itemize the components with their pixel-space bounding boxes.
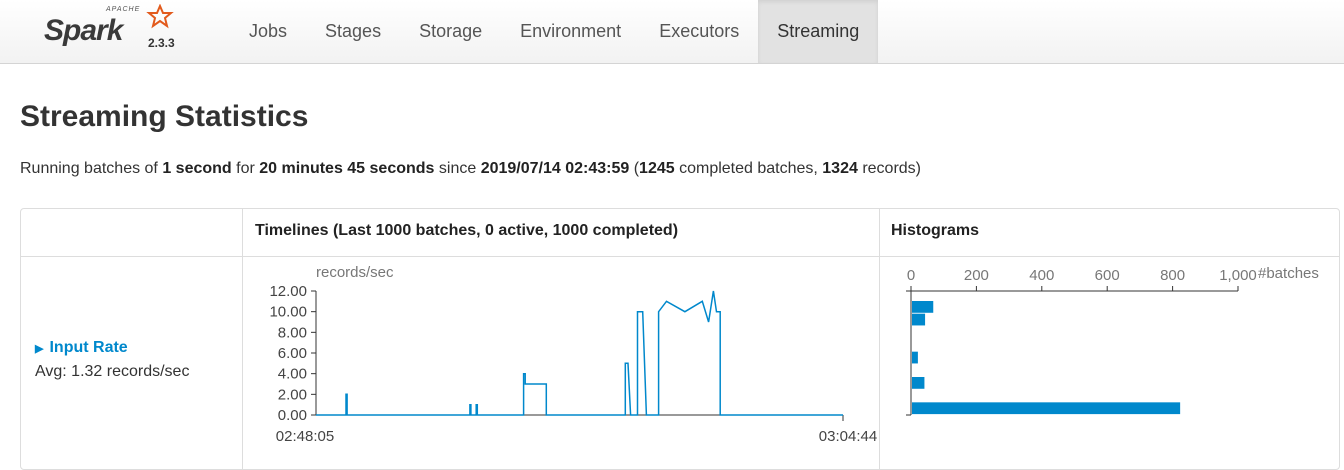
stats-table: Timelines (Last 1000 batches, 0 active, … (20, 208, 1340, 470)
main-nav: Jobs Stages Storage Environment Executor… (230, 0, 879, 63)
page-title: Streaming Statistics (20, 100, 309, 133)
tab-storage[interactable]: Storage (400, 0, 501, 63)
completed-batches-count: 1245 (639, 160, 675, 177)
tab-executors[interactable]: Executors (640, 0, 758, 63)
streaming-summary: Running batches of 1 second for 20 minut… (20, 160, 921, 177)
spark-star-icon (146, 4, 174, 29)
histogram-xtick-label: 400 (1029, 267, 1054, 284)
input-rate-toggle[interactable]: ▶ Input Rate (35, 339, 189, 357)
histogram-bar (912, 313, 926, 326)
tab-jobs[interactable]: Jobs (230, 0, 306, 63)
input-rate-avg: Avg: 1.32 records/sec (35, 363, 190, 380)
timeline-ytick-label: 12.00 (269, 283, 307, 300)
timeline-ytick-label: 6.00 (278, 345, 307, 362)
timeline-xtick-label: 03:04:44 (819, 428, 877, 445)
timeline-ylabel: records/sec (316, 264, 394, 281)
spark-version: 2.3.3 (148, 36, 175, 50)
logo-spark-text: Spark (44, 14, 123, 47)
input-rate-histogram-chart[interactable]: 0 200 400 600 800 1,000 #batches (880, 257, 1338, 467)
records-count: 1324 (822, 160, 858, 177)
batch-interval: 1 second (162, 160, 232, 177)
histogram-bar (912, 301, 934, 313)
input-rate-cell: ▶ Input Rate Avg: 1.32 records/sec (35, 339, 189, 381)
spark-logo[interactable]: APACHE Spark 2.3.3 (40, 4, 200, 59)
timeline-ytick-label: 10.00 (269, 304, 307, 321)
histogram-xtick-label: 200 (964, 267, 989, 284)
start-time: 2019/07/14 02:43:59 (480, 160, 630, 177)
histogram-xtick-label: 800 (1160, 267, 1185, 284)
timeline-series-line (316, 290, 843, 416)
top-navbar: APACHE Spark 2.3.3 Jobs Stages Storage E… (0, 0, 1344, 64)
tab-streaming[interactable]: Streaming (758, 0, 879, 63)
timelines-header: Timelines (Last 1000 batches, 0 active, … (255, 222, 679, 239)
run-duration: 20 minutes 45 seconds (259, 160, 435, 177)
histogram-bar (912, 402, 1181, 415)
histogram-xtick-label: 0 (907, 267, 915, 284)
timeline-ytick-label: 0.00 (278, 407, 307, 424)
timeline-xtick-label: 02:48:05 (276, 428, 334, 445)
tab-environment[interactable]: Environment (501, 0, 640, 63)
timeline-ytick-label: 8.00 (278, 324, 307, 341)
histograms-header: Histograms (891, 222, 980, 239)
input-rate-timeline-chart[interactable]: records/sec 0.00 2.00 4.00 6.00 8.00 10.00 12.0… (243, 257, 879, 467)
histogram-xtick-label: 1,000 (1219, 267, 1257, 284)
timeline-ytick-label: 4.00 (278, 366, 307, 383)
tab-stages[interactable]: Stages (306, 0, 400, 63)
histogram-bar (912, 351, 918, 364)
histogram-xtick-label: 600 (1095, 267, 1120, 284)
histogram-xlabel: #batches (1258, 265, 1319, 282)
histogram-bar (912, 377, 925, 389)
expand-triangle-icon: ▶ (35, 343, 44, 355)
timeline-ytick-label: 2.00 (278, 386, 307, 403)
